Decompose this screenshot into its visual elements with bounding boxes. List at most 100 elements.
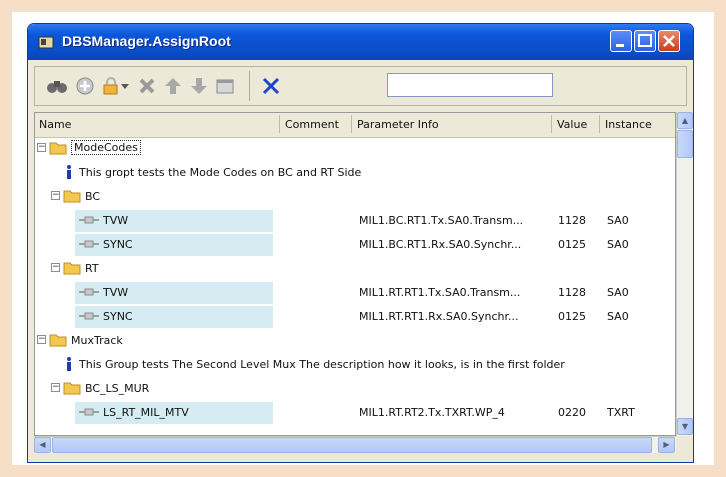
signal-icon <box>79 240 99 248</box>
tree-row[interactable]: TVW MIL1.RT.RT1.Tx.SA0.Transm... 1128 SA0 <box>35 281 675 305</box>
tree-row[interactable]: − RT <box>35 257 675 281</box>
node-name: TVW <box>103 286 129 299</box>
node-name: SYNC <box>103 310 133 323</box>
signal-icon <box>79 408 99 416</box>
node-name: MuxTrack <box>71 334 123 347</box>
scroll-thumb[interactable] <box>677 130 693 158</box>
tree-row[interactable]: This gropt tests the Mode Codes on BC an… <box>35 161 675 185</box>
up-arrow-icon <box>165 78 181 94</box>
close-button[interactable] <box>658 30 680 52</box>
parameter-info-cell: MIL1.RT.RT1.Rx.SA0.Synchr... <box>359 310 519 323</box>
header-divider[interactable] <box>351 115 352 133</box>
vertical-scrollbar[interactable]: ▲ ▼ <box>676 112 693 436</box>
instance-cell: TXRT <box>607 406 635 419</box>
binoculars-icon <box>47 81 67 93</box>
tree-row[interactable]: − BC <box>35 185 675 209</box>
scroll-left-button[interactable]: ◀ <box>34 437 51 453</box>
add-icon <box>76 77 94 95</box>
folder-icon <box>63 262 81 275</box>
minimize-icon <box>616 44 624 47</box>
parameter-info-cell: MIL1.BC.RT1.Rx.SA0.Synchr... <box>359 238 522 251</box>
folder-icon <box>63 190 81 203</box>
maximize-icon <box>638 34 652 47</box>
parameter-info-cell: MIL1.RT.RT2.Tx.TXRT.WP_4 <box>359 406 505 419</box>
dropdown-icon <box>121 84 129 89</box>
horizontal-scroll-thumb[interactable] <box>52 437 652 453</box>
move-down-button[interactable] <box>187 74 211 98</box>
toolbar-separator <box>249 71 250 101</box>
collapse-toggle-icon[interactable]: − <box>51 191 60 200</box>
tree-row[interactable]: − BC_LS_MUR <box>35 377 675 401</box>
move-up-button[interactable] <box>161 74 185 98</box>
collapse-toggle-icon[interactable]: − <box>51 263 60 272</box>
node-name: SYNC <box>103 238 133 251</box>
node-name: TVW <box>103 214 129 227</box>
delete-icon <box>139 78 155 94</box>
app-icon <box>38 36 54 49</box>
value-cell: 1128 <box>558 214 586 227</box>
column-header: Name Comment Parameter Info Value Instan… <box>35 113 675 138</box>
close-x-icon <box>262 77 280 95</box>
column-value[interactable]: Value <box>557 118 587 131</box>
folder-icon <box>49 142 67 155</box>
instance-cell: SA0 <box>607 214 629 227</box>
tree-row[interactable]: SYNC MIL1.RT.RT1.Rx.SA0.Synchr... 0125 SA0 <box>35 305 675 329</box>
scroll-right-button[interactable]: ▶ <box>658 437 675 453</box>
binoculars-button[interactable] <box>45 74 69 98</box>
header-divider[interactable] <box>599 115 600 133</box>
window-title: DBSManager.AssignRoot <box>62 33 231 49</box>
value-cell: 0125 <box>558 238 586 251</box>
instance-cell: SA0 <box>607 286 629 299</box>
scroll-up-button[interactable]: ▲ <box>677 112 693 129</box>
column-parameter-info[interactable]: Parameter Info <box>357 118 439 131</box>
lock-dropdown-button[interactable] <box>119 74 131 98</box>
collapse-toggle-icon[interactable]: − <box>37 335 46 344</box>
tree-grid: Name Comment Parameter Info Value Instan… <box>34 112 676 436</box>
collapse-toggle-icon[interactable]: − <box>51 383 60 392</box>
node-name: ModeCodes <box>71 140 141 155</box>
node-name: RT <box>85 262 99 275</box>
tree-row[interactable]: SYNC MIL1.BC.RT1.Rx.SA0.Synchr... 0125 SA0 <box>35 233 675 257</box>
signal-icon <box>79 216 99 224</box>
signal-icon <box>79 312 99 320</box>
node-name: BC <box>85 190 101 203</box>
column-comment[interactable]: Comment <box>285 118 339 131</box>
collapse-toggle-icon[interactable]: − <box>37 143 46 152</box>
title-bar[interactable]: DBSManager.AssignRoot <box>28 24 693 60</box>
lock-icon <box>103 77 118 95</box>
add-button[interactable] <box>73 74 97 98</box>
window-button[interactable] <box>213 74 237 98</box>
tree-row[interactable]: LS_RT_MIL_MTV MIL1.RT.RT2.Tx.TXRT.WP_4 022… <box>35 401 675 425</box>
column-name[interactable]: Name <box>39 118 71 131</box>
value-cell: 0220 <box>558 406 586 419</box>
column-instance[interactable]: Instance <box>605 118 652 131</box>
minimize-button[interactable] <box>610 30 632 52</box>
tree-row[interactable]: − MuxTrack <box>35 329 675 353</box>
delete-button[interactable] <box>135 74 159 98</box>
search-input[interactable] <box>387 73 553 97</box>
horizontal-scrollbar[interactable]: ◀ ▶ <box>34 436 676 453</box>
tree-row[interactable]: TVW MIL1.BC.RT1.Tx.SA0.Transm... 1128 SA0 <box>35 209 675 233</box>
parameter-info-cell: MIL1.BC.RT1.Tx.SA0.Transm... <box>359 214 524 227</box>
tree-row[interactable]: This Group tests The Second Level Mux Th… <box>35 353 675 377</box>
toolbar <box>34 66 687 106</box>
description-text: This Group tests The Second Level Mux Th… <box>79 358 565 371</box>
instance-cell: SA0 <box>607 310 629 323</box>
scroll-down-button[interactable]: ▼ <box>677 418 693 435</box>
close-icon <box>663 35 675 47</box>
info-icon <box>67 357 71 371</box>
maximize-button[interactable] <box>634 30 656 52</box>
instance-cell: SA0 <box>607 238 629 251</box>
header-divider[interactable] <box>551 115 552 133</box>
cancel-button[interactable] <box>259 74 283 98</box>
header-divider[interactable] <box>279 115 280 133</box>
down-arrow-icon <box>191 78 207 94</box>
tree-row[interactable]: − ModeCodes <box>35 137 675 161</box>
window-icon <box>216 79 234 94</box>
node-name: LS_RT_MIL_MTV <box>103 406 189 419</box>
parameter-info-cell: MIL1.RT.RT1.Tx.SA0.Transm... <box>359 286 521 299</box>
folder-icon <box>63 382 81 395</box>
info-icon <box>67 165 71 179</box>
folder-icon <box>49 334 67 347</box>
description-text: This gropt tests the Mode Codes on BC an… <box>79 166 362 179</box>
